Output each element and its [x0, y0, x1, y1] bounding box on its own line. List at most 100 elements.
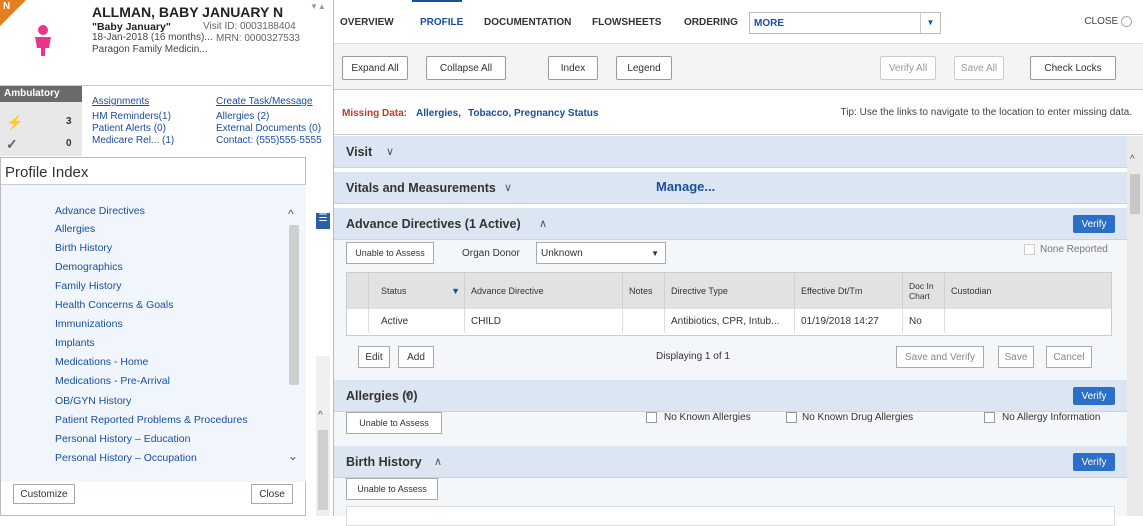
- left-scrollbar[interactable]: ^: [316, 410, 330, 516]
- col-notes[interactable]: Notes: [623, 273, 665, 309]
- pi-item-immunizations[interactable]: Immunizations: [55, 318, 123, 330]
- cell-doc-in-chart[interactable]: No: [903, 309, 945, 333]
- manage-link[interactable]: Manage...: [656, 179, 715, 194]
- section-birth-history[interactable]: Birth History ∧ Verify: [334, 446, 1127, 478]
- section-vitals[interactable]: Vitals and Measurements ∨ Manage...: [334, 172, 1127, 204]
- cell-effective-dt[interactable]: 01/19/2018 14:27: [795, 309, 903, 333]
- scroll-up-icon[interactable]: ^: [1130, 154, 1135, 165]
- allergies-link[interactable]: Allergies (2): [216, 111, 269, 122]
- add-button[interactable]: Add: [398, 346, 434, 368]
- nkda-label: No Known Drug Allergies: [802, 412, 914, 423]
- chevron-up-icon: ∧: [539, 218, 548, 230]
- pi-item-allergies[interactable]: Allergies: [55, 223, 95, 235]
- none-reported-checkbox[interactable]: [1024, 244, 1035, 255]
- section-allergies[interactable]: Allergies (0) ∨ Verify: [334, 380, 1127, 412]
- strip-row-2[interactable]: ✓ 0: [0, 134, 82, 154]
- tab-profile[interactable]: PROFILE: [420, 17, 463, 28]
- tab-documentation[interactable]: DOCUMENTATION: [484, 17, 571, 28]
- close-index-button[interactable]: Close: [251, 484, 293, 504]
- hm-reminders-link[interactable]: HM Reminders(1): [92, 111, 171, 122]
- cell-status[interactable]: Active: [369, 309, 465, 333]
- missing-allergies-link[interactable]: Allergies,: [416, 108, 461, 119]
- missing-pregnancy-link[interactable]: Pregnancy Status: [514, 108, 598, 119]
- pi-item-health-concerns[interactable]: Health Concerns & Goals: [55, 299, 173, 311]
- index-button[interactable]: Index: [548, 56, 598, 80]
- col-custodian[interactable]: Custodian: [945, 273, 1111, 309]
- create-task-link[interactable]: Create Task/Message: [216, 96, 313, 107]
- section-advance-directives[interactable]: Advance Directives (1 Active) ∧ Verify: [334, 208, 1127, 240]
- allergies-unable-to-assess-button[interactable]: Unable to Assess: [346, 412, 442, 434]
- pi-item-advance-directives[interactable]: Advance Directives: [55, 205, 145, 217]
- section-visit[interactable]: Visit ∨: [334, 136, 1127, 168]
- contact-link[interactable]: Contact: (555)555-5555: [216, 135, 322, 146]
- col-directive-type[interactable]: Directive Type: [665, 273, 795, 309]
- medicare-link[interactable]: Medicare Rel... (1): [92, 135, 174, 146]
- cell-advance-directive[interactable]: CHILD: [465, 309, 623, 333]
- pi-item-implants[interactable]: Implants: [55, 337, 95, 349]
- save-all-button[interactable]: Save All: [954, 56, 1004, 80]
- nka-checkbox[interactable]: [646, 412, 657, 423]
- close-chart-button[interactable]: CLOSE: [1084, 16, 1132, 27]
- scroll-up-icon[interactable]: ^: [288, 207, 294, 221]
- customize-button[interactable]: Customize: [13, 484, 75, 504]
- cancel-button[interactable]: Cancel: [1046, 346, 1092, 368]
- pi-item-demographics[interactable]: Demographics: [55, 261, 123, 273]
- tab-flowsheets[interactable]: FLOWSHEETS: [592, 17, 661, 28]
- left-scroll-up-icon[interactable]: ^: [318, 410, 323, 421]
- assignments-link[interactable]: Assignments: [92, 96, 149, 107]
- strip-row-1[interactable]: ⚡ 3: [0, 112, 82, 132]
- scroll-down-icon[interactable]: ⌄: [288, 449, 298, 463]
- cell-custodian[interactable]: [945, 309, 1111, 333]
- chevron-down-icon: ∨: [404, 390, 413, 402]
- verify-allergies-button[interactable]: Verify: [1073, 387, 1115, 405]
- cell-notes[interactable]: [623, 309, 665, 333]
- external-docs-link[interactable]: External Documents (0): [216, 123, 321, 134]
- chevron-down-icon: ∨: [504, 182, 513, 194]
- birth-unable-to-assess-button[interactable]: Unable to Assess: [346, 478, 438, 500]
- content-scrollbar[interactable]: ^: [1127, 136, 1143, 516]
- more-dropdown[interactable]: MORE ▼: [749, 12, 941, 34]
- check-locks-button[interactable]: Check Locks: [1030, 56, 1116, 80]
- pi-item-birth-history[interactable]: Birth History: [55, 242, 112, 254]
- col-effective-dt[interactable]: Effective Dt/Tm: [795, 273, 903, 309]
- pi-item-medications-home[interactable]: Medications - Home: [55, 356, 148, 368]
- patient-alerts-link[interactable]: Patient Alerts (0): [92, 123, 166, 134]
- unable-to-assess-button[interactable]: Unable to Assess: [346, 242, 434, 264]
- pi-item-occupation[interactable]: Personal History – Occupation: [55, 452, 197, 464]
- save-and-verify-button[interactable]: Save and Verify: [896, 346, 984, 368]
- col-status[interactable]: Status ▼: [369, 273, 465, 309]
- tab-ordering[interactable]: ORDERING: [684, 17, 738, 28]
- verify-advance-directives-button[interactable]: Verify: [1073, 215, 1115, 233]
- tab-overview[interactable]: OVERVIEW: [340, 17, 394, 28]
- missing-tobacco-link[interactable]: Tobacco,: [468, 108, 511, 119]
- no-allergy-info-checkbox[interactable]: [984, 412, 995, 423]
- pi-item-patient-reported[interactable]: Patient Reported Problems & Procedures: [55, 414, 248, 426]
- cell-directive-type[interactable]: Antibiotics, CPR, Intub...: [665, 309, 795, 333]
- col-advance-directive[interactable]: Advance Directive: [465, 273, 623, 309]
- pi-item-medications-pre-arrival[interactable]: Medications - Pre-Arrival: [55, 375, 170, 387]
- patient-clinic: Paragon Family Medicin...: [92, 44, 208, 55]
- collapse-all-button[interactable]: Collapse All: [426, 56, 506, 80]
- patient-banner: N ALLMAN, BABY JANUARY N "Baby January" …: [0, 0, 332, 86]
- expand-all-button[interactable]: Expand All: [342, 56, 408, 80]
- profile-index-title: Profile Index: [5, 164, 89, 181]
- save-button[interactable]: Save: [998, 346, 1034, 368]
- organ-donor-select[interactable]: Unknown ▼: [536, 242, 666, 264]
- missing-data-label: Missing Data:: [342, 108, 408, 119]
- legend-button[interactable]: Legend: [616, 56, 672, 80]
- verify-all-button[interactable]: Verify All: [880, 56, 936, 80]
- verify-birth-history-button[interactable]: Verify: [1073, 453, 1115, 471]
- profile-index-scrollbar[interactable]: [289, 225, 299, 385]
- pin-icon[interactable]: ▼▲: [310, 2, 326, 11]
- pi-item-obgyn-history[interactable]: OB/GYN History: [55, 395, 131, 407]
- nkda-checkbox[interactable]: [786, 412, 797, 423]
- chart-panel: OVERVIEW PROFILE DOCUMENTATION FLOWSHEET…: [333, 0, 1143, 526]
- col-doc-in-chart[interactable]: Doc In Chart: [903, 273, 945, 309]
- chevron-down-icon: ▼: [920, 13, 940, 33]
- no-allergy-info-label: No Allergy Information: [1002, 412, 1101, 423]
- edit-button[interactable]: Edit: [358, 346, 390, 368]
- index-toggle-icon[interactable]: ☰: [316, 213, 330, 229]
- pi-item-family-history[interactable]: Family History: [55, 280, 122, 292]
- pi-item-education[interactable]: Personal History – Education: [55, 433, 190, 445]
- close-icon: [1121, 16, 1132, 27]
